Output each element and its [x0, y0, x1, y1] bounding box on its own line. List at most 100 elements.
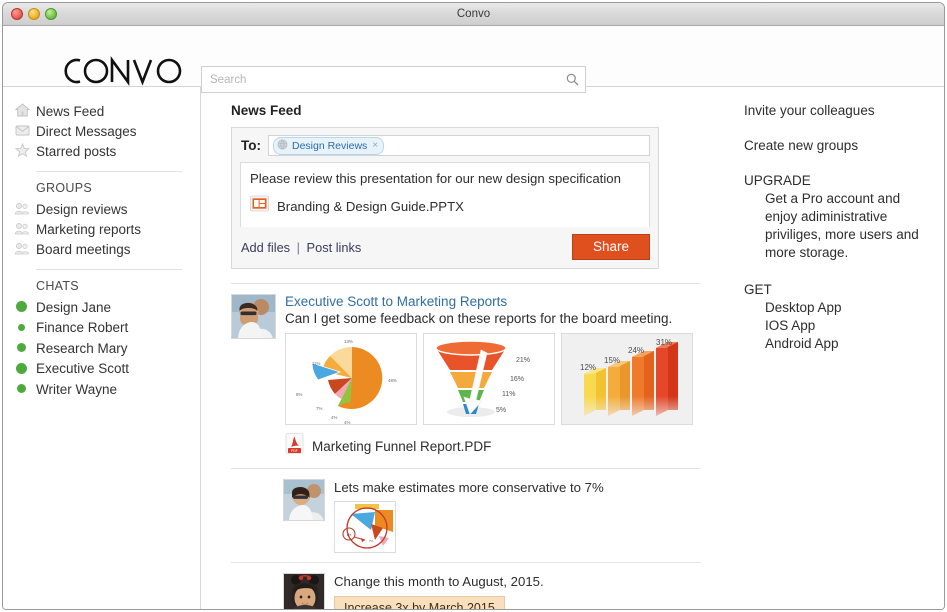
sidebar-chat-executive-scott[interactable]: Executive Scott — [3, 359, 200, 380]
star-icon — [13, 141, 31, 159]
get-heading: GET — [744, 282, 772, 297]
app-root: Convo Search News Feed Direct Messages S… — [0, 0, 947, 612]
chart-thumbnail-funnel[interactable]: 21% 16% 11% 5% — [423, 333, 555, 425]
post-author-line[interactable]: Executive Scott to Marketing Reports — [285, 294, 701, 309]
get-ios-app-link[interactable]: IOS App — [744, 317, 934, 335]
group-icon — [13, 199, 31, 217]
post-text: Can I get some feedback on these reports… — [285, 311, 673, 326]
sidebar-chat-label: Design Jane — [36, 299, 112, 315]
zoom-button[interactable] — [45, 8, 57, 20]
funnel-label: 5% — [496, 407, 506, 414]
convo-logo[interactable] — [60, 54, 185, 88]
home-icon — [13, 101, 31, 119]
convo-logo-mark — [64, 56, 182, 86]
avatar[interactable] — [283, 573, 325, 609]
composer-attachment[interactable]: Branding & Design Guide.PPTX — [250, 194, 640, 218]
app-header — [3, 26, 944, 93]
status-dot-online — [16, 362, 27, 374]
news-feed-list: Executive Scott to Marketing Reports Can… — [231, 283, 701, 609]
share-button[interactable]: Share — [571, 234, 650, 260]
upgrade-section: UPGRADE Get a Pro account and enjoy adim… — [744, 173, 934, 262]
status-dot-online — [17, 343, 26, 352]
message-area[interactable]: Please review this presentation for our … — [240, 162, 650, 227]
recipient-token-label: Design Reviews — [292, 139, 368, 152]
funnel-label: 16% — [510, 376, 524, 383]
sidebar-chat-label: Research Mary — [36, 340, 128, 356]
feed-comment: Change this month to August, 2015. Incre… — [231, 562, 701, 609]
bar-label: 12% — [580, 363, 596, 372]
chart-thumbnail-pie[interactable]: 13% 11% 48% 8% 7% 4% 4% — [285, 333, 417, 425]
envelope-icon — [13, 121, 31, 139]
pie-label: 13% — [344, 339, 353, 344]
sidebar-item-marketing-reports[interactable]: Marketing reports — [3, 219, 200, 239]
sidebar-chat-research-mary[interactable]: Research Mary — [3, 338, 200, 359]
sidebar-item-direct-messages[interactable]: Direct Messages — [3, 121, 200, 141]
page-title: News Feed — [231, 103, 302, 118]
composer-to-label: To: — [241, 138, 261, 153]
add-files-link[interactable]: Add files — [241, 240, 290, 255]
pdf-icon: PDF — [285, 433, 304, 459]
sidebar-item-label: Marketing reports — [36, 221, 142, 237]
minimize-button[interactable] — [28, 8, 40, 20]
main-content: News Feed To: Design Reviews × Please re… — [201, 87, 732, 609]
sidebar-chat-finance-robert[interactable]: Finance Robert — [3, 318, 200, 339]
sidebar-item-label: Starred posts — [36, 143, 117, 159]
group-icon — [13, 239, 31, 257]
close-button[interactable] — [11, 8, 23, 20]
invite-colleagues-link[interactable]: Invite your colleagues — [744, 103, 934, 118]
create-groups-link[interactable]: Create new groups — [744, 138, 934, 153]
attachment-name: Branding & Design Guide.PPTX — [277, 198, 464, 214]
sidebar-item-board-meetings[interactable]: Board meetings — [3, 239, 200, 259]
pie-label: 48% — [388, 378, 397, 383]
sidebar-item-label: Board meetings — [36, 241, 131, 257]
bar-label: 15% — [604, 356, 620, 365]
app-body: News Feed Direct Messages Starred posts … — [3, 87, 944, 609]
post-attachment-pdf[interactable]: PDF Marketing Funnel Report.PDF — [285, 433, 701, 459]
composer-actions: Add files | Post links — [241, 240, 361, 255]
feed-post: Executive Scott to Marketing Reports Can… — [231, 283, 701, 468]
sidebar-item-news-feed[interactable]: News Feed — [3, 101, 200, 121]
post-attachments-thumbnails: 13% 11% 48% 8% 7% 4% 4% 21% 16% 11% 5% 1… — [285, 333, 701, 425]
upgrade-text: Get a Pro account and enjoy adiministrat… — [765, 191, 919, 260]
post-composer: To: Design Reviews × Please review this … — [231, 127, 659, 269]
application-window: Convo Search News Feed Direct Messages S… — [2, 2, 945, 610]
window-title: Convo — [456, 8, 491, 20]
composer-footer: Add files | Post links Share — [232, 227, 658, 268]
status-dot-online — [16, 301, 27, 312]
remove-token-icon[interactable]: × — [372, 140, 378, 151]
chart-thumbnail-bar[interactable]: 12% 15% 24% 31% — [561, 333, 693, 425]
get-desktop-app-link[interactable]: Desktop App — [744, 299, 934, 317]
comment-chip[interactable]: Increase 3x by March 2015 — [334, 596, 505, 609]
sidebar-chat-writer-wayne[interactable]: Writer Wayne — [3, 379, 200, 400]
pie-label: 7% — [316, 406, 322, 411]
sidebar-chat-label: Executive Scott — [36, 361, 130, 377]
group-icon — [13, 219, 31, 237]
post-links-link[interactable]: Post links — [307, 240, 362, 255]
avatar[interactable] — [283, 479, 325, 521]
recipient-input[interactable]: Design Reviews × — [268, 135, 650, 156]
action-separator: | — [296, 239, 300, 255]
search-icon[interactable] — [559, 73, 585, 86]
window-titlebar: Convo — [3, 3, 944, 26]
sidebar-item-design-reviews[interactable]: Design reviews — [3, 199, 200, 219]
window-controls[interactable] — [11, 8, 57, 20]
globe-icon — [277, 139, 288, 153]
status-dot-away — [18, 323, 25, 331]
funnel-label: 21% — [516, 357, 530, 364]
composer-to-row: To: Design Reviews × — [232, 128, 658, 162]
pie-label: 4% — [331, 415, 337, 420]
get-android-app-link[interactable]: Android App — [744, 335, 934, 353]
recipient-token[interactable]: Design Reviews × — [273, 136, 385, 155]
status-dot-online — [17, 384, 26, 393]
comment-text: Change this month to August, 2015. — [334, 574, 544, 589]
sidebar-item-starred-posts[interactable]: Starred posts — [3, 141, 200, 161]
comment-text: Lets make estimates more conservative to… — [334, 480, 604, 495]
avatar[interactable] — [231, 294, 276, 339]
sidebar: News Feed Direct Messages Starred posts … — [3, 87, 201, 609]
sidebar-heading-chats: CHATS — [36, 279, 79, 293]
sidebar-chat-design-jane[interactable]: Design Jane — [3, 297, 200, 318]
pptx-icon — [250, 194, 269, 218]
chart-thumbnail-annotated-pie[interactable]: 8% 7% — [334, 501, 396, 553]
get-apps-section: GET Desktop App IOS App Android App — [744, 282, 934, 353]
pie-label: 4% — [344, 420, 350, 424]
